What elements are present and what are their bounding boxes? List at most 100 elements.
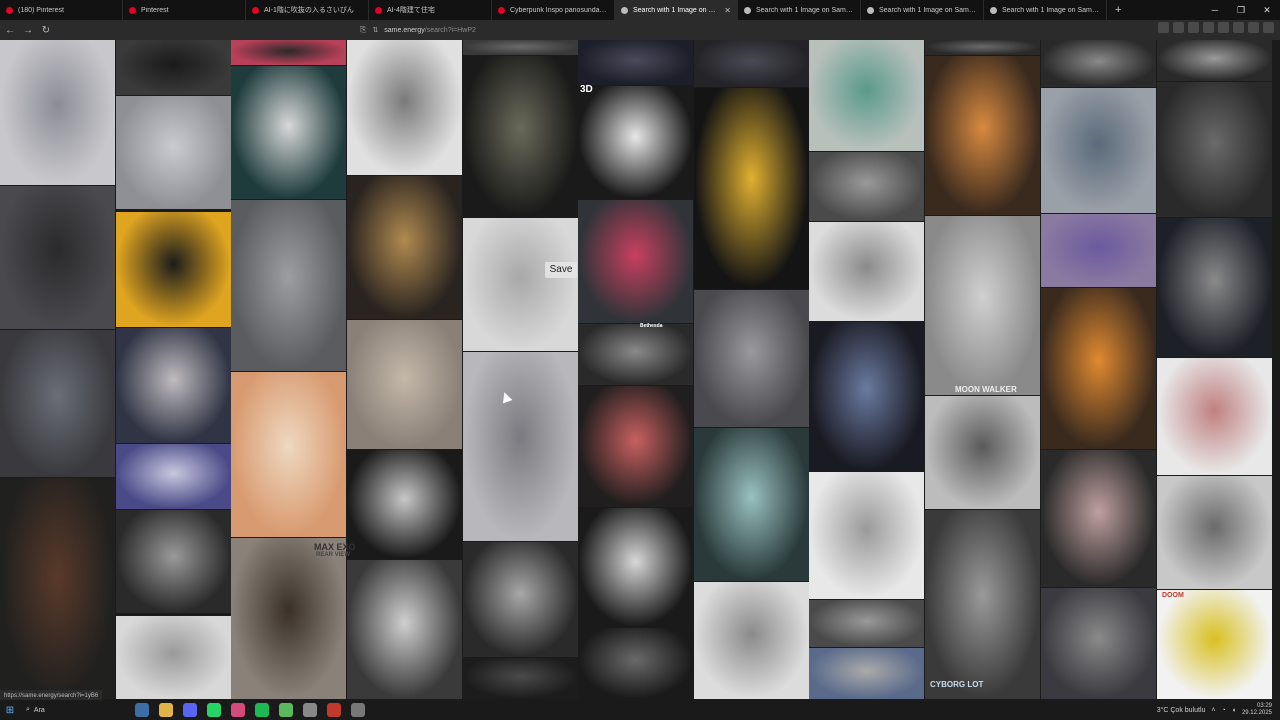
app-icon[interactable] <box>327 703 341 717</box>
result-image-tile[interactable] <box>809 648 924 699</box>
extension-icon[interactable] <box>1173 22 1184 33</box>
start-icon[interactable]: ⊞ <box>0 705 20 716</box>
result-image-tile[interactable] <box>925 510 1040 699</box>
result-image-tile[interactable] <box>809 152 924 221</box>
result-image-tile[interactable] <box>116 96 231 209</box>
app-icon[interactable] <box>303 703 317 717</box>
volume-icon[interactable]: ◖ <box>1232 707 1236 714</box>
result-image-tile[interactable] <box>1041 40 1156 87</box>
result-image-tile[interactable] <box>231 538 346 699</box>
result-image-tile[interactable] <box>116 40 231 95</box>
result-image-tile[interactable] <box>231 40 346 65</box>
spotify-icon[interactable] <box>255 703 269 717</box>
minimize-icon[interactable]: ─ <box>1202 0 1228 20</box>
taskbar-search[interactable]: ⌕ Ara <box>20 706 130 714</box>
back-icon[interactable]: ← <box>2 25 18 36</box>
result-image-tile[interactable] <box>925 56 1040 215</box>
result-image-tile[interactable] <box>694 582 809 699</box>
result-image-tile[interactable] <box>578 86 693 199</box>
browser-tab[interactable]: Cyberpunk İnspo panosundaki Pin <box>492 0 615 20</box>
result-image-tile[interactable] <box>116 616 231 699</box>
menu-icon[interactable] <box>1263 22 1274 33</box>
result-image-tile[interactable] <box>809 322 924 471</box>
result-image-tile[interactable] <box>694 290 809 427</box>
bookmark-icon[interactable]: ⎘ <box>360 25 366 35</box>
result-image-tile[interactable] <box>347 320 462 449</box>
result-image-tile[interactable] <box>809 40 924 151</box>
new-tab-button[interactable]: + <box>1107 4 1129 16</box>
result-image-tile[interactable] <box>463 56 578 217</box>
extension-icon[interactable] <box>1158 22 1169 33</box>
wifi-icon[interactable]: ◔ <box>1222 707 1226 714</box>
result-image-tile[interactable] <box>1157 82 1272 217</box>
sidebar-icon[interactable] <box>1188 22 1199 33</box>
result-image-tile[interactable] <box>925 40 1040 55</box>
extension-icon[interactable] <box>1218 22 1229 33</box>
result-image-tile[interactable] <box>347 40 462 175</box>
result-image-tile[interactable] <box>1041 288 1156 449</box>
result-image-tile[interactable] <box>463 542 578 657</box>
result-image-tile[interactable] <box>578 628 693 699</box>
result-image-tile[interactable] <box>116 328 231 443</box>
browser-tab[interactable]: Search with 1 Image on Same Energy <box>738 0 861 20</box>
discord-icon[interactable] <box>183 703 197 717</box>
result-image-tile[interactable] <box>925 216 1040 395</box>
file-explorer-icon[interactable] <box>159 703 173 717</box>
result-image-tile[interactable] <box>231 372 346 537</box>
result-image-tile[interactable] <box>0 330 115 477</box>
result-image-tile[interactable] <box>463 40 578 55</box>
browser-tab[interactable]: (180) Pinterest <box>0 0 123 20</box>
download-icon[interactable] <box>1248 22 1259 33</box>
result-image-tile[interactable] <box>694 40 809 87</box>
result-image-tile[interactable] <box>1041 88 1156 213</box>
result-image-tile[interactable] <box>809 472 924 599</box>
taskview-icon[interactable] <box>135 703 149 717</box>
result-image-tile[interactable] <box>463 352 578 541</box>
reload-icon[interactable]: ↻ <box>38 25 54 36</box>
result-image-tile[interactable] <box>116 212 231 327</box>
app-icon[interactable] <box>279 703 293 717</box>
result-image-tile[interactable] <box>1157 476 1272 589</box>
result-image-tile[interactable] <box>0 478 115 699</box>
address-bar[interactable]: ⎘ ⇅ same.energy/search?i=HwP2 <box>360 22 908 38</box>
close-icon[interactable]: ✕ <box>1254 0 1280 20</box>
result-image-tile[interactable] <box>1157 590 1272 699</box>
browser-tab[interactable]: Search with 1 Image on Same Energy <box>984 0 1107 20</box>
result-image-tile[interactable] <box>347 176 462 319</box>
forward-icon[interactable]: → <box>20 25 36 36</box>
result-image-tile[interactable] <box>0 40 115 185</box>
result-image-tile[interactable] <box>463 658 578 699</box>
result-image-tile[interactable] <box>347 450 462 559</box>
result-image-tile[interactable] <box>578 386 693 507</box>
result-image-tile[interactable] <box>1157 40 1272 81</box>
result-image-tile[interactable] <box>1041 214 1156 287</box>
result-image-tile[interactable] <box>1041 450 1156 587</box>
browser-tab[interactable]: Pinterest <box>123 0 246 20</box>
app-icon[interactable] <box>351 703 365 717</box>
result-image-tile[interactable] <box>578 324 693 385</box>
site-info-icon[interactable]: ⇅ <box>372 26 378 34</box>
browser-tab[interactable]: AI-1階に吹抜の入るさいぴん <box>246 0 369 20</box>
result-image-tile[interactable] <box>578 508 693 627</box>
result-image-tile[interactable] <box>116 510 231 613</box>
result-image-tile[interactable] <box>1157 218 1272 357</box>
result-image-tile[interactable] <box>231 200 346 371</box>
maximize-icon[interactable]: ❐ <box>1228 0 1254 20</box>
result-image-tile[interactable] <box>694 88 809 289</box>
extension-icon[interactable] <box>1203 22 1214 33</box>
browser-tab[interactable]: Search with 1 Image on Same En ✕ <box>615 0 738 20</box>
result-image-tile[interactable] <box>578 200 693 323</box>
result-image-tile[interactable] <box>809 222 924 321</box>
clock[interactable]: 03:29 29.12.2025 <box>1242 703 1272 717</box>
tab-close-icon[interactable]: ✕ <box>724 6 731 15</box>
app-icon[interactable] <box>231 703 245 717</box>
whatsapp-icon[interactable] <box>207 703 221 717</box>
save-button[interactable]: Save <box>545 262 577 278</box>
result-image-tile[interactable] <box>116 444 231 509</box>
result-image-tile[interactable] <box>694 428 809 581</box>
result-image-tile[interactable] <box>231 66 346 199</box>
result-image-tile[interactable] <box>925 396 1040 509</box>
result-image-tile[interactable] <box>347 560 462 699</box>
result-image-tile[interactable] <box>0 186 115 329</box>
result-image-tile[interactable] <box>463 218 578 351</box>
